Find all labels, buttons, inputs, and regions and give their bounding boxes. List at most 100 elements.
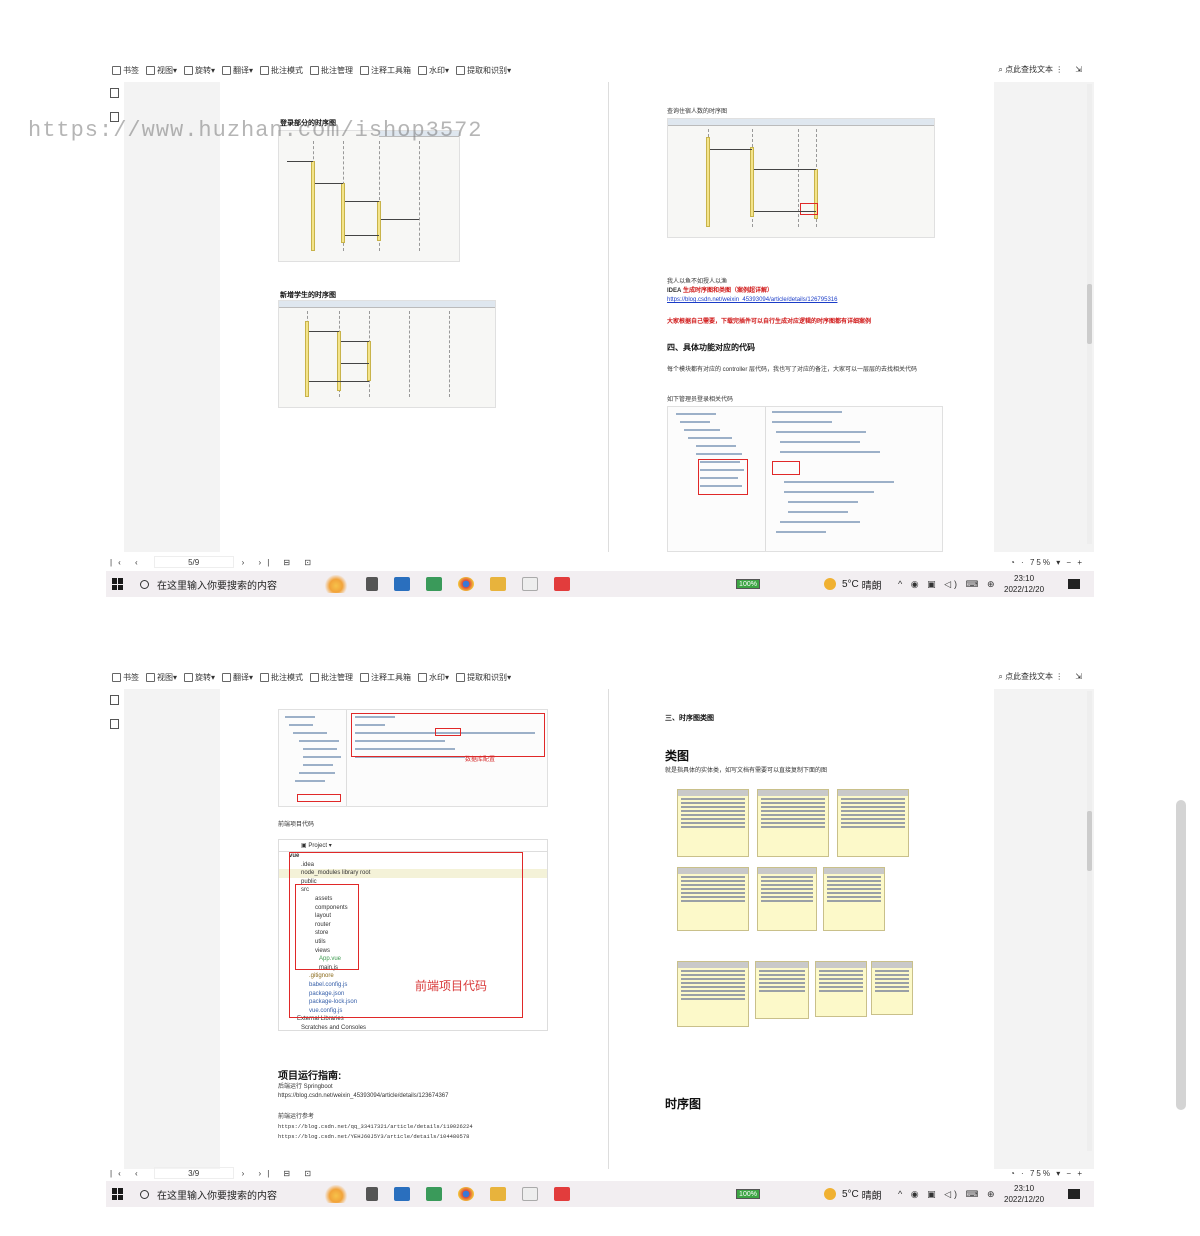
system-tray-icons[interactable]: ^ ◉ ▣ ◁) ⌨ ⊕ [898, 579, 998, 590]
next-last-page-buttons[interactable]: › ›| [242, 558, 276, 567]
toolbar-rotate[interactable]: 旋转 ▾ [184, 65, 215, 76]
find-text-button[interactable]: ⌕ 点此查找文本 ⋮ [998, 64, 1063, 75]
battery-indicator[interactable]: 100% [734, 579, 760, 589]
page-layout-icon[interactable]: ⊟ ⊡ [283, 1169, 317, 1178]
watermark-icon [418, 65, 428, 75]
windows-start-icon[interactable] [112, 1188, 124, 1200]
toolbar-view[interactable]: 视图 ▾ [146, 672, 177, 683]
document-page-right: 三、时序图类图 类图 就是指具体的实体类，如写文档有需要可以直接复制下面的图 时… [608, 689, 994, 1169]
mail-icon[interactable] [394, 577, 410, 591]
next-last-page-buttons[interactable]: › ›| [242, 1169, 276, 1178]
section-code-body: 每个模块都有对应的 controller 层代码，我也写了对应的备注，大家可以一… [667, 367, 918, 373]
watermark-text: https://www.huzhan.com/ishop3572 [28, 118, 483, 143]
toolbar-annotate-mode[interactable]: 批注模式 [260, 65, 303, 76]
task-view-icon[interactable] [366, 577, 378, 591]
windows-start-icon[interactable] [112, 578, 124, 590]
export-icon[interactable]: ⇲ [1075, 672, 1082, 681]
mail-icon[interactable] [394, 1187, 410, 1201]
toolbar-watermark[interactable]: 水印 ▾ [418, 65, 449, 76]
bookmark-icon [112, 672, 121, 682]
page-navigation-bar: |‹ ‹ 3/9 › ›| ⊟ ⊡ ◔ · 75% ▾ − + [106, 1165, 1094, 1181]
caption-occupancy-sequence: 查询住宿人数的时序图 [667, 109, 728, 115]
class-box [757, 789, 829, 857]
weather-widget[interactable]: 5°C 晴朗 [824, 577, 882, 592]
taskbar-clock[interactable]: 23:10 2022/12/20 [1004, 1183, 1044, 1205]
store-icon[interactable] [426, 577, 442, 591]
login-sequence-diagram [278, 130, 460, 262]
comment-panel-icon[interactable] [110, 719, 119, 729]
file-explorer-icon[interactable] [490, 1187, 506, 1201]
toolbar-view[interactable]: 视图 ▾ [146, 65, 177, 76]
task-view-icon[interactable] [366, 1187, 378, 1201]
windows-taskbar: 在这里输入你要搜索的内容 100% 5°C 晴朗 ^ ◉ ▣ ◁) ⌨ ⊕ 23… [106, 571, 1094, 597]
class-diagram-title: 类图 [665, 749, 690, 763]
notification-icon[interactable] [1068, 579, 1080, 589]
db-config-screenshot: 数据库配置 [278, 709, 548, 807]
section-sequence-class: 三、时序图类图 [665, 715, 714, 722]
text-editor-icon[interactable] [522, 1187, 538, 1201]
toolbar-bookmark[interactable]: 书签 [112, 65, 139, 76]
page-layout-icon[interactable]: ⊟ ⊡ [283, 558, 317, 567]
first-prev-page-buttons[interactable]: |‹ ‹ [110, 1169, 144, 1178]
bookmark-panel-icon[interactable] [110, 695, 119, 705]
document-page-right: 查询住宿人数的时序图 我人以鱼不如授人以渔 IDEA 生成时序图和类图（案例超详… [608, 82, 994, 552]
document-page-left: 登录部分的时序图 新增学生的时序图 [220, 82, 608, 552]
admin-login-code-screenshot [667, 406, 943, 552]
left-rail [110, 695, 122, 743]
view-icon [146, 672, 155, 682]
chrome-icon[interactable] [458, 577, 474, 591]
toolbar-annotate-manage[interactable]: 批注管理 [310, 65, 353, 76]
notification-icon[interactable] [1068, 1189, 1080, 1199]
toolbar-translate[interactable]: 翻译 ▾ [222, 672, 253, 683]
class-box [755, 961, 809, 1019]
bookmark-panel-icon[interactable] [110, 88, 119, 98]
toolbar-bookmark[interactable]: 书签 [112, 672, 139, 683]
extract-icon [456, 672, 466, 682]
wps-icon[interactable] [554, 577, 570, 591]
text-editor-icon[interactable] [522, 577, 538, 591]
taskbar-search-box[interactable]: 在这里输入你要搜索的内容 [140, 1187, 310, 1202]
frontend-code-annotation: 前端项目代码 [415, 979, 488, 993]
zoom-control[interactable]: ◔ · 75% ▾ − + [1010, 1169, 1084, 1178]
page-number-input[interactable]: 3/9 [153, 1167, 234, 1179]
outer-scrollbar[interactable] [1176, 800, 1186, 1110]
chrome-icon[interactable] [458, 1187, 474, 1201]
tree-item-scratches[interactable]: Scratches and Consoles [279, 1024, 547, 1033]
annotate-icon [260, 672, 270, 682]
taskbar-clock[interactable]: 23:10 2022/12/20 [1004, 573, 1044, 595]
frontend-ref-link-1[interactable]: https://blog.csdn.net/qq_33417321/articl… [278, 1123, 473, 1130]
idea-link[interactable]: https://blog.csdn.net/weixin_45393094/ar… [667, 296, 837, 305]
toolbar-translate[interactable]: 翻译 ▾ [222, 65, 253, 76]
backend-run-link[interactable]: https://blog.csdn.net/weixin_45393094/ar… [278, 1092, 448, 1101]
vertical-scrollbar[interactable] [1087, 84, 1092, 544]
find-text-button[interactable]: ⌕ 点此查找文本 ⋮ [998, 671, 1063, 682]
vertical-scrollbar[interactable] [1087, 691, 1092, 1151]
taskbar-search-box[interactable]: 在这里输入你要搜索的内容 [140, 577, 310, 592]
toolbar-annotation-tools[interactable]: 注释工具箱 [360, 65, 411, 76]
weather-widget[interactable]: 5°C 晴朗 [824, 1187, 882, 1202]
class-box [677, 961, 749, 1027]
rotate-icon [184, 672, 194, 682]
page-number-input[interactable]: 5/9 [153, 556, 234, 568]
backend-run-label: 后端运行 Springboot [278, 1084, 333, 1090]
toolbar-annotate-mode[interactable]: 批注模式 [260, 672, 303, 683]
toolbar-annotate-manage[interactable]: 批注管理 [310, 672, 353, 683]
toolbar-annotation-tools[interactable]: 注释工具箱 [360, 672, 411, 683]
store-icon[interactable] [426, 1187, 442, 1201]
toolbar-extract[interactable]: 提取和识别 ▾ [456, 672, 511, 683]
battery-indicator[interactable]: 100% [734, 1189, 760, 1199]
toolbar-extract[interactable]: 提取和识别 ▾ [456, 65, 511, 76]
class-box [677, 789, 749, 857]
extract-icon [456, 65, 466, 75]
wps-icon[interactable] [554, 1187, 570, 1201]
toolbar-rotate[interactable]: 旋转 ▾ [184, 672, 215, 683]
zoom-control[interactable]: ◔ · 75% ▾ − + [1010, 558, 1084, 567]
frontend-ref-link-2[interactable]: https://blog.csdn.net/YEHJ60J5Y3/article… [278, 1133, 469, 1140]
file-explorer-icon[interactable] [490, 577, 506, 591]
toolbar-watermark[interactable]: 水印 ▾ [418, 672, 449, 683]
note-teach-fishing: 我人以鱼不如授人以渔 [667, 279, 728, 285]
first-prev-page-buttons[interactable]: |‹ ‹ [110, 558, 144, 567]
system-tray-icons[interactable]: ^ ◉ ▣ ◁) ⌨ ⊕ [898, 1189, 998, 1200]
export-icon[interactable]: ⇲ [1075, 65, 1082, 74]
warning-text: 大家根据自己需要，下载完插件可以自行生成对应逻辑的时序图都有详细案例 [667, 319, 872, 325]
